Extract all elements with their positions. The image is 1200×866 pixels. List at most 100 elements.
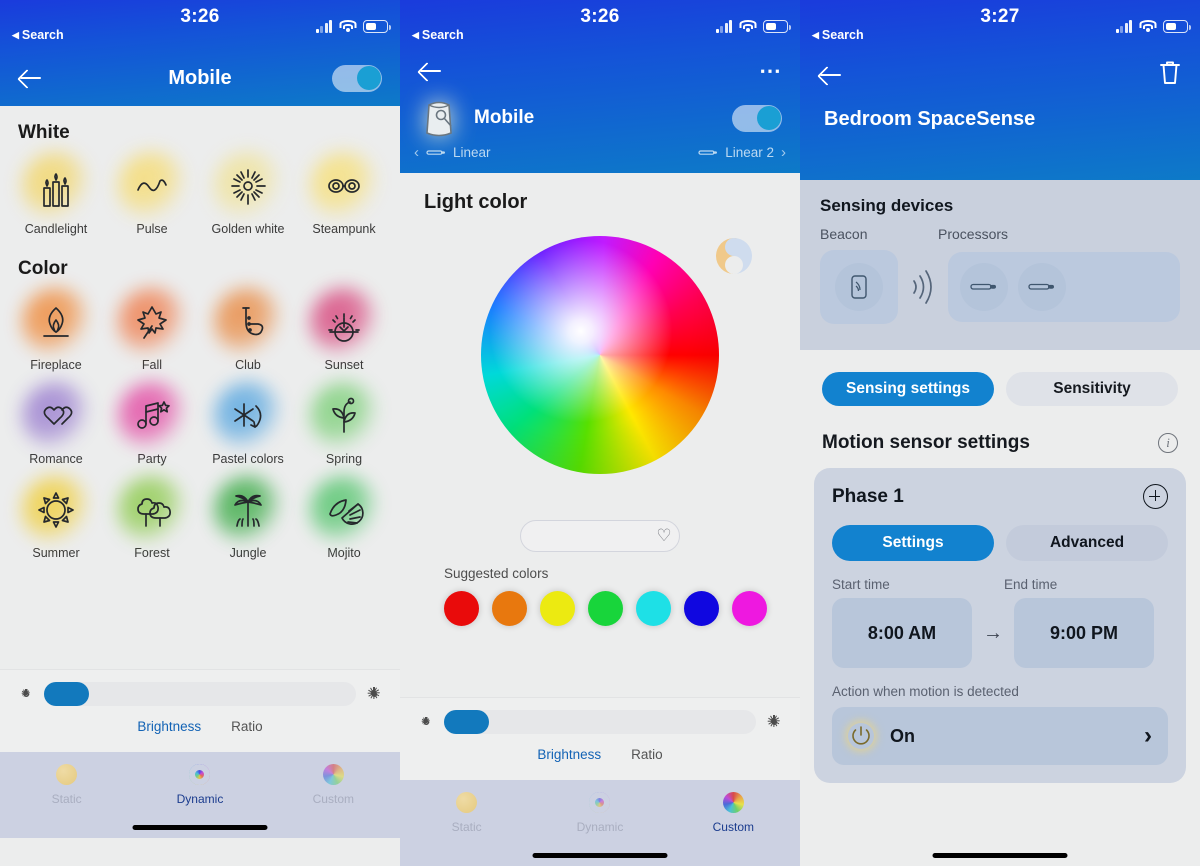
processor-item[interactable] — [960, 263, 1008, 311]
sun-icon — [22, 476, 90, 544]
action-label: Action when motion is detected — [832, 684, 1019, 699]
tab-settings[interactable]: Settings — [832, 525, 994, 561]
scene-label: Romance — [29, 452, 83, 466]
status-back-label: Search — [421, 28, 464, 42]
device-row: Mobile — [400, 92, 800, 144]
brightness-slider[interactable] — [44, 682, 356, 706]
tab-advanced[interactable]: Advanced — [1006, 525, 1168, 561]
trash-icon[interactable] — [1158, 59, 1182, 91]
action-row[interactable]: On › — [832, 707, 1168, 765]
sensing-heading: Sensing devices — [820, 196, 954, 215]
start-time-field[interactable]: 8:00 AM — [832, 598, 972, 668]
plus-icon[interactable] — [1143, 484, 1168, 509]
scene-item[interactable]: Pulse — [104, 148, 200, 242]
home-indicator — [132, 825, 268, 830]
suggested-color-swatch[interactable] — [588, 591, 623, 626]
power-toggle[interactable] — [732, 104, 782, 132]
tab-sensing-settings[interactable]: Sensing settings — [822, 372, 994, 406]
tab-dynamic[interactable]: Dynamic — [133, 764, 266, 806]
scene-item[interactable]: Mojito — [296, 472, 392, 566]
scene-item[interactable]: Spring — [296, 378, 392, 472]
tab-ratio[interactable]: Ratio — [631, 747, 663, 762]
back-arrow-icon[interactable] — [418, 58, 444, 84]
scene-item[interactable]: Jungle — [200, 472, 296, 566]
scene-item[interactable]: Club — [200, 284, 296, 378]
scene-item[interactable]: Candlelight — [8, 148, 104, 242]
brightness-slider[interactable] — [444, 710, 756, 734]
tab-dynamic[interactable]: Dynamic — [533, 792, 666, 834]
screenshot-stage: 3:26 ◀ Search Mobile White Candlelight Pu… — [0, 0, 1200, 866]
scene-item[interactable]: Sunset — [296, 284, 392, 378]
suggested-color-swatch[interactable] — [636, 591, 671, 626]
suggested-color-swatch[interactable] — [540, 591, 575, 626]
starburst-icon — [214, 152, 282, 220]
start-time-label: Start time — [832, 577, 890, 592]
color-wheel[interactable] — [481, 236, 719, 474]
power-toggle[interactable] — [332, 64, 382, 92]
candles-icon — [22, 152, 90, 220]
tab-sensitivity[interactable]: Sensitivity — [1006, 372, 1178, 406]
phase-header: Phase 1 — [832, 484, 1168, 509]
scene-item[interactable]: Steampunk — [296, 148, 392, 242]
next-room-button[interactable]: Linear 2 › — [698, 144, 786, 161]
scene-item[interactable]: Summer — [8, 472, 104, 566]
tab-custom[interactable]: Custom — [267, 764, 400, 806]
tab-static[interactable]: Static — [400, 792, 533, 834]
wifi-icon — [339, 20, 356, 33]
scene-label: Sunset — [324, 358, 364, 372]
scene-item[interactable]: Forest — [104, 472, 200, 566]
status-back-link[interactable]: ◀ Search — [12, 28, 64, 42]
battery-icon — [1163, 20, 1191, 33]
brightness-high-icon — [764, 712, 784, 732]
sensing-devices-card: Sensing devices Beacon Processors — [800, 180, 1200, 350]
back-arrow-icon[interactable] — [18, 65, 44, 91]
prev-room-button[interactable]: ‹ Linear — [414, 144, 491, 161]
section-title-color: Color — [18, 258, 68, 279]
scene-item[interactable]: Romance — [8, 378, 104, 472]
brightness-row — [416, 710, 784, 734]
action-value: On — [890, 725, 915, 746]
processors-card[interactable] — [948, 252, 1180, 322]
suggested-color-swatch[interactable] — [684, 591, 719, 626]
tab-brightness[interactable]: Brightness — [137, 719, 201, 734]
tab-label: Custom — [312, 792, 354, 806]
status-back-link[interactable]: ◀ Search — [812, 28, 864, 42]
sprout-icon — [310, 382, 378, 450]
arrow-right-icon: → — [983, 621, 1003, 644]
back-arrow-icon[interactable] — [818, 62, 844, 88]
tab-brightness[interactable]: Brightness — [537, 747, 601, 762]
panel-light-color: 3:26 ◀ Search ⋯ Mobile ‹ Linear Linear 2… — [400, 0, 800, 866]
more-dots-icon[interactable]: ⋯ — [759, 60, 782, 82]
suggested-colors-label: Suggested colors — [444, 566, 549, 581]
prev-room-label: Linear — [453, 145, 491, 160]
beacon-card[interactable] — [820, 250, 898, 324]
scene-label: Forest — [134, 546, 170, 560]
tab-static[interactable]: Static — [0, 764, 133, 806]
scene-item[interactable]: Fall — [104, 284, 200, 378]
scene-label: Jungle — [229, 546, 267, 560]
scene-item[interactable]: Fireplace — [8, 284, 104, 378]
scene-item[interactable]: Party — [104, 378, 200, 472]
suggested-color-swatch[interactable] — [732, 591, 767, 626]
flame-icon — [22, 288, 90, 356]
panel-spacesense: 3:27 ◀ Search Bedroom SpaceSense Sensing… — [800, 0, 1200, 866]
heart-icon[interactable]: ♡ — [650, 522, 678, 550]
asterisk-icon — [214, 382, 282, 450]
suggested-color-swatch[interactable] — [444, 591, 479, 626]
scene-item[interactable]: Pastel colors — [200, 378, 296, 472]
warm-cool-toggle-icon[interactable] — [712, 234, 756, 278]
color-temperature-field[interactable]: ♡ — [520, 520, 680, 552]
processor-item[interactable] — [1018, 263, 1066, 311]
suggested-color-swatch[interactable] — [492, 591, 527, 626]
beacon-device-icon — [835, 263, 883, 311]
scene-item[interactable]: Golden white — [200, 148, 296, 242]
info-icon[interactable]: i — [1158, 433, 1178, 453]
end-time-field[interactable]: 9:00 PM — [1014, 598, 1154, 668]
chevron-right-icon: › — [781, 144, 786, 161]
tab-custom[interactable]: Custom — [667, 792, 800, 834]
chevron-left-icon: ‹ — [414, 144, 419, 161]
tab-ratio[interactable]: Ratio — [231, 719, 263, 734]
palm-tree-icon — [214, 476, 282, 544]
status-back-link[interactable]: ◀ Search — [412, 28, 464, 42]
scene-label: Steampunk — [312, 222, 376, 236]
